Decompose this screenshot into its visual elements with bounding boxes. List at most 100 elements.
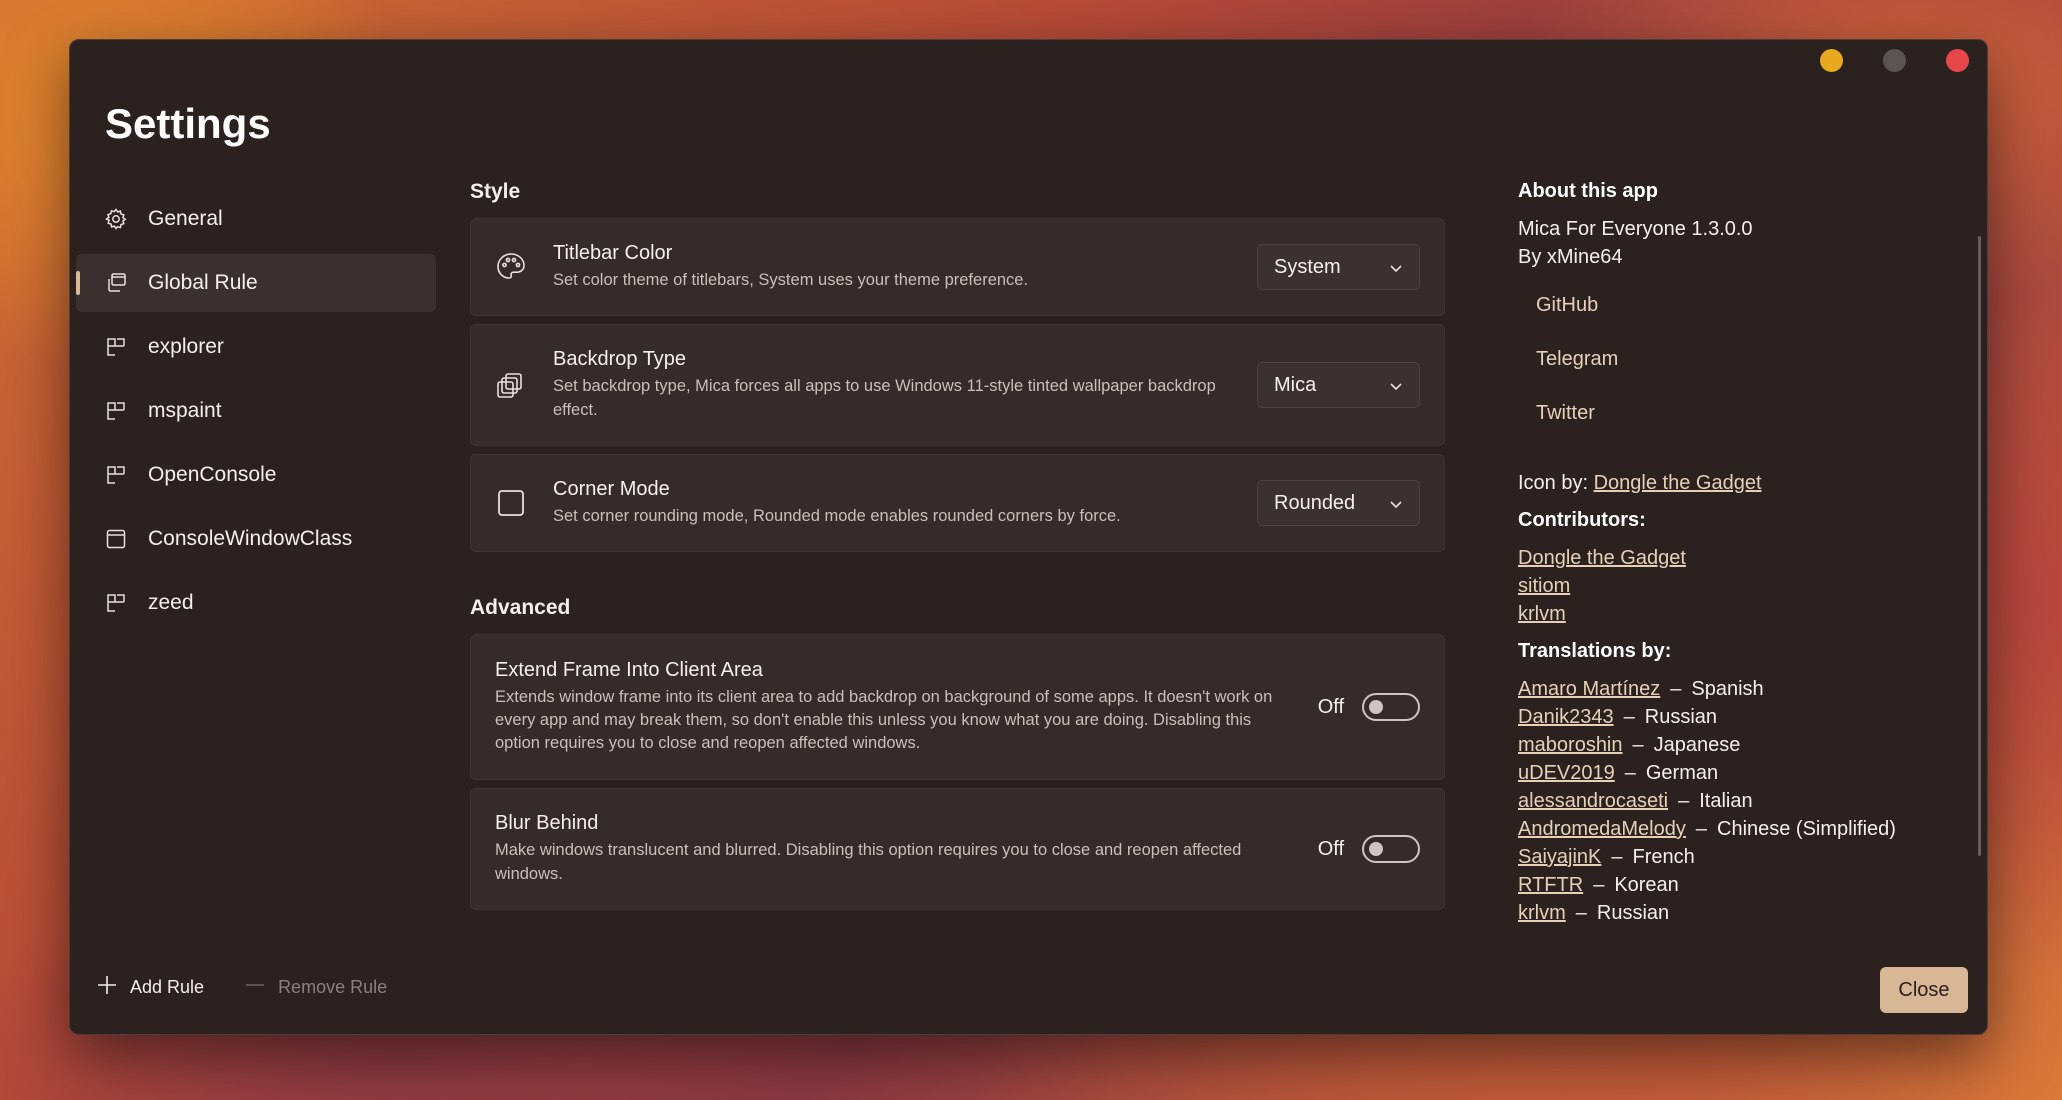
page-title: Settings (105, 100, 271, 147)
backdrop-type-dropdown[interactable]: Mica (1257, 362, 1420, 408)
translator-link[interactable]: Amaro Martínez (1518, 678, 1660, 700)
translator-link[interactable]: RTFTR (1518, 874, 1583, 896)
translation-language: German (1645, 762, 1719, 784)
backdrop-type-desc: Set backdrop type, Mica forces all apps … (553, 377, 1216, 419)
minus-icon (244, 974, 266, 1001)
translation-language: Russian (1644, 706, 1718, 728)
blur-behind-state: Off (1317, 837, 1344, 860)
corner-mode-title: Corner Mode (553, 477, 670, 500)
corner-mode-card: Corner Mode Set corner rounding mode, Ro… (470, 454, 1445, 552)
translation-row: RTFTR – Korean (1518, 874, 1679, 896)
sidebar-item-label: explorer (148, 335, 224, 358)
remove-rule-button[interactable]: Remove Rule (244, 974, 387, 1001)
blur-behind-toggle-group: Off (1318, 835, 1420, 863)
corner-mode-dropdown[interactable]: Rounded (1257, 480, 1420, 526)
sidebar-item-consolewindowclass[interactable]: ConsoleWindowClass (76, 510, 436, 568)
translation-row: Amaro Martínez – Spanish (1518, 678, 1764, 700)
add-rule-label: Add Rule (130, 977, 205, 997)
app-rule-icon (104, 591, 128, 615)
add-rule-button[interactable]: Add Rule (96, 974, 204, 1001)
translation-language: Korean (1614, 874, 1679, 896)
app-rule-icon (104, 335, 128, 359)
maximize-button[interactable] (1883, 49, 1906, 72)
sidebar-item-label: OpenConsole (148, 463, 277, 486)
settings-main: Style Titlebar Color Set color theme of … (470, 180, 1445, 918)
contributor-link[interactable]: Dongle the Gadget (1518, 547, 1686, 569)
sidebar-item-zeed[interactable]: zeed (76, 574, 436, 632)
remove-rule-label: Remove Rule (278, 977, 388, 997)
sidebar-item-global-rule[interactable]: Global Rule (76, 254, 436, 312)
translator-link[interactable]: maboroshin (1518, 734, 1623, 756)
sidebar-item-label: zeed (148, 591, 194, 614)
sidebar-item-general[interactable]: General (76, 190, 436, 248)
translation-language: Spanish (1691, 678, 1764, 700)
extend-frame-state: Off (1317, 695, 1344, 718)
about-links: GitHub Telegram Twitter (1536, 291, 1938, 453)
backdrop-type-title: Backdrop Type (553, 348, 687, 371)
translator-link[interactable]: AndromedaMelody (1518, 818, 1686, 840)
toggle-knob (1369, 842, 1383, 856)
extend-frame-title: Extend Frame Into Client Area (495, 658, 763, 681)
advanced-section-title: Advanced (470, 596, 571, 619)
icon-credit: Icon by: Dongle the Gadget (1518, 469, 1938, 497)
close-button[interactable]: Close (1880, 967, 1968, 1013)
sidebar-item-openconsole[interactable]: OpenConsole (76, 446, 436, 504)
github-link[interactable]: GitHub (1536, 291, 1938, 345)
extend-frame-card: Extend Frame Into Client Area Extends wi… (470, 634, 1445, 780)
translation-language: Russian (1596, 902, 1670, 924)
corner-mode-value: Rounded (1274, 491, 1356, 514)
contributor-link[interactable]: sitiom (1518, 575, 1570, 597)
telegram-link[interactable]: Telegram (1536, 345, 1938, 399)
sidebar-item-label: Global Rule (148, 271, 258, 294)
chevron-down-icon (1389, 256, 1403, 279)
blur-behind-desc: Make windows translucent and blurred. Di… (495, 841, 1242, 883)
translation-language: Chinese (Simplified) (1717, 818, 1896, 840)
sidebar-footer: Add Rule Remove Rule (96, 974, 387, 1001)
app-author: By xMine64 (1518, 246, 1623, 268)
sidebar-item-label: mspaint (148, 399, 222, 422)
translation-language: Japanese (1653, 734, 1741, 756)
extend-frame-toggle[interactable] (1362, 693, 1420, 721)
square-icon (495, 487, 527, 519)
backdrop-type-value: Mica (1274, 373, 1317, 396)
chevron-down-icon (1389, 492, 1403, 515)
about-scrollbar[interactable] (1978, 236, 1981, 856)
translator-link[interactable]: alessandrocaseti (1518, 790, 1668, 812)
translator-link[interactable]: SaiyajinK (1518, 846, 1601, 868)
translation-language: Italian (1699, 790, 1753, 812)
sidebar-item-label: ConsoleWindowClass (148, 527, 353, 550)
blur-behind-card: Blur Behind Make windows translucent and… (470, 788, 1445, 910)
chevron-down-icon (1389, 374, 1403, 397)
blur-behind-toggle[interactable] (1362, 835, 1420, 863)
minimize-button[interactable] (1820, 49, 1843, 72)
icon-credit-link[interactable]: Dongle the Gadget (1594, 472, 1762, 494)
blur-behind-title: Blur Behind (495, 812, 599, 835)
translator-link[interactable]: Danik2343 (1518, 706, 1614, 728)
translation-row: alessandrocaseti – Italian (1518, 790, 1753, 812)
extend-frame-toggle-group: Off (1318, 693, 1420, 721)
translation-row: krlvm – Russian (1518, 902, 1670, 924)
style-section-title: Style (470, 180, 521, 203)
translation-row: SaiyajinK – French (1518, 846, 1695, 868)
translation-language: French (1632, 846, 1695, 868)
class-rule-icon (104, 527, 128, 551)
gear-icon (104, 207, 128, 231)
plus-icon (96, 974, 118, 1001)
translator-link[interactable]: uDEV2019 (1518, 762, 1615, 784)
sidebar-item-mspaint[interactable]: mspaint (76, 382, 436, 440)
palette-icon (495, 251, 527, 283)
toggle-knob (1369, 700, 1383, 714)
sidebar-item-explorer[interactable]: explorer (76, 318, 436, 376)
corner-mode-desc: Set corner rounding mode, Rounded mode e… (553, 506, 1121, 525)
twitter-link[interactable]: Twitter (1536, 399, 1938, 453)
sidebar-item-label: General (148, 207, 223, 230)
backdrop-type-card: Backdrop Type Set backdrop type, Mica fo… (470, 324, 1445, 446)
app-version: Mica For Everyone 1.3.0.0 (1518, 218, 1753, 240)
translations-title: Translations by: (1518, 640, 1672, 662)
close-window-button[interactable] (1946, 49, 1969, 72)
translator-link[interactable]: krlvm (1518, 902, 1566, 924)
titlebar-color-dropdown[interactable]: System (1257, 244, 1420, 290)
sidebar: General Global Rule explorer mspaint Ope… (76, 190, 436, 638)
backdrop-icon (495, 369, 527, 401)
contributor-link[interactable]: krlvm (1518, 603, 1566, 625)
